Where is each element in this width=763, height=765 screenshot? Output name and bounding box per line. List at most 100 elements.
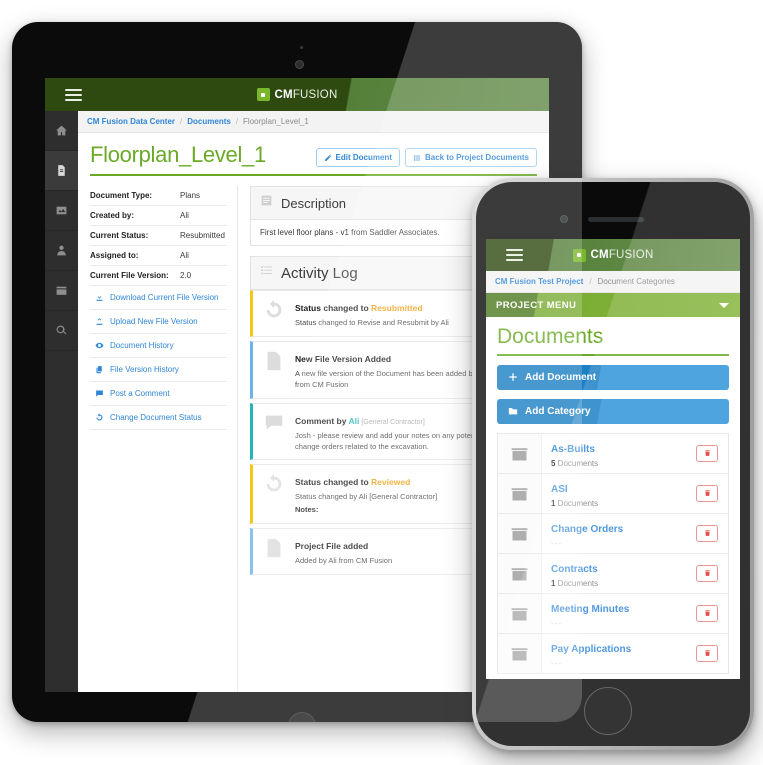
- brand-name-bold: CM: [274, 88, 293, 101]
- meta-key: Document Type:: [90, 191, 153, 200]
- meta-key: Created by:: [90, 211, 135, 220]
- upload-new-file-version-link[interactable]: Upload New File Version: [90, 310, 227, 334]
- file-version-history-link[interactable]: File Version History: [90, 358, 227, 382]
- action-label: Post a Comment: [110, 389, 170, 398]
- list-item[interactable]: Change Orders ---: [498, 513, 728, 554]
- category-name[interactable]: As-Builts: [551, 444, 595, 455]
- add-category-button[interactable]: Add Category: [497, 398, 729, 424]
- breadcrumb: CM Fusion Data Center / Documents / Floo…: [78, 111, 549, 133]
- hamburger-icon[interactable]: [496, 249, 532, 261]
- list-item[interactable]: Pay Applications ---: [498, 633, 728, 674]
- brand-name-bold: CM: [590, 249, 609, 261]
- meta-value: Ali: [180, 211, 189, 220]
- folder-icon: [498, 633, 542, 673]
- list-item[interactable]: ASI 1 Documents: [498, 473, 728, 514]
- meta-row-current-file-version: Current File Version: 2.0: [90, 266, 227, 286]
- breadcrumb-item-project[interactable]: CM Fusion Test Project: [495, 277, 583, 286]
- plus-icon: [509, 373, 517, 381]
- category-name[interactable]: Change Orders: [551, 524, 623, 535]
- delete-category-button[interactable]: [696, 604, 718, 622]
- category-name[interactable]: ASI: [551, 484, 568, 495]
- phone-speaker-icon: [588, 217, 644, 222]
- sidebar-item-documents[interactable]: [45, 151, 78, 191]
- logo-square-icon: [572, 248, 586, 262]
- meta-row-document-type: Document Type: Plans: [90, 186, 227, 206]
- action-label: Upload New File Version: [110, 317, 198, 326]
- tablet-sidebar: [45, 111, 78, 692]
- page-title: Floorplan_Level_1: [90, 142, 266, 167]
- change-document-status-link[interactable]: Change Document Status: [90, 406, 227, 430]
- activity-notes-label: Notes:: [295, 505, 319, 515]
- meta-row-created-by: Created by: Ali: [90, 206, 227, 226]
- sidebar-item-schedule[interactable]: [45, 271, 78, 311]
- delete-category-button[interactable]: [696, 524, 718, 542]
- category-name[interactable]: Contracts: [551, 564, 598, 575]
- document-history-link[interactable]: Document History: [90, 334, 227, 358]
- sidebar-filler: [45, 351, 78, 692]
- phone-title-underline: [497, 354, 729, 356]
- category-name[interactable]: Pay Applications: [551, 644, 631, 655]
- breadcrumb-item-documents[interactable]: Documents: [187, 117, 231, 126]
- folder-icon: [508, 408, 518, 415]
- tablet-home-button[interactable]: [288, 712, 316, 722]
- category-count-suffix: Documents: [555, 578, 599, 588]
- delete-category-button[interactable]: [696, 564, 718, 582]
- phone-screen: CMFUSION CM Fusion Test Project / Docume…: [486, 239, 740, 679]
- breadcrumb-item-datacenter[interactable]: CM Fusion Data Center: [87, 117, 175, 126]
- sidebar-item-contacts[interactable]: [45, 231, 78, 271]
- trash-icon: [704, 490, 710, 496]
- category-count-suffix: ---: [551, 618, 562, 628]
- phone-breadcrumb: CM Fusion Test Project / Document Catego…: [486, 271, 740, 293]
- meta-key: Current File Version:: [90, 271, 169, 280]
- document-category-list: As-Builts 5 Documents ASI 1 Documents Ch…: [497, 432, 729, 674]
- sidebar-item-search[interactable]: [45, 311, 78, 351]
- meta-value: Plans: [180, 191, 201, 200]
- trash-icon: [704, 450, 710, 456]
- activity-head-prefix: New File Version Added: [295, 353, 392, 364]
- meta-row-current-status: Current Status: Resubmitted: [90, 226, 227, 246]
- back-to-project-documents-button[interactable]: Back to Project Documents: [404, 148, 537, 167]
- phone-device: CMFUSION CM Fusion Test Project / Docume…: [472, 178, 754, 750]
- action-label: File Version History: [110, 365, 179, 374]
- device-mockup-scene: CMFUSION CM Fusion Data Center / Documen…: [0, 0, 763, 765]
- activity-body: A new file version of the Document has b…: [295, 368, 487, 389]
- meta-value: Ali: [180, 251, 189, 260]
- activity-head-prefix: Project File added: [295, 541, 369, 552]
- breadcrumb-current: Document Categories: [597, 277, 675, 286]
- list-item[interactable]: As-Builts 5 Documents: [498, 433, 728, 474]
- tablet-sensor-icon: [300, 46, 303, 49]
- tablet-camera-icon: [295, 60, 304, 69]
- action-label: Change Document Status: [110, 413, 202, 422]
- meta-row-assigned-to: Assigned to: Ali: [90, 246, 227, 266]
- folder-icon: [498, 513, 542, 553]
- meta-key: Assigned to:: [90, 251, 139, 260]
- description-icon: [260, 194, 273, 212]
- post-a-comment-link[interactable]: Post a Comment: [90, 382, 227, 406]
- list-item[interactable]: Contracts 1 Documents: [498, 553, 728, 594]
- trash-icon: [704, 650, 710, 656]
- add-document-label: Add Document: [525, 371, 597, 383]
- sidebar-item-home[interactable]: [45, 111, 78, 151]
- list-icon: [413, 154, 420, 161]
- sidebar-item-photos[interactable]: [45, 191, 78, 231]
- phone-home-button[interactable]: [584, 687, 632, 735]
- refresh-icon: [261, 298, 287, 329]
- tablet-app-header: CMFUSION: [45, 78, 549, 111]
- breadcrumb-separator-2: /: [235, 117, 239, 126]
- breadcrumb-separator: /: [589, 277, 592, 286]
- download-current-file-version-link[interactable]: Download Current File Version: [90, 286, 227, 310]
- meta-value: 2.0: [180, 271, 192, 280]
- project-menu-dropdown[interactable]: PROJECT MENU: [486, 293, 740, 317]
- activity-status-highlight: Resubmitted: [371, 303, 423, 313]
- hamburger-icon[interactable]: [55, 88, 91, 101]
- comment-bubble-icon: [261, 411, 287, 453]
- category-name[interactable]: Meeting Minutes: [551, 604, 629, 615]
- delete-category-button[interactable]: [696, 484, 718, 502]
- cmfusion-logo-icon: CMFUSION: [45, 88, 549, 101]
- delete-category-button[interactable]: [696, 444, 718, 462]
- add-document-button[interactable]: Add Document: [497, 364, 729, 390]
- list-item[interactable]: Meeting Minutes ---: [498, 593, 728, 634]
- edit-document-button[interactable]: Edit Document: [315, 148, 400, 167]
- delete-category-button[interactable]: [696, 644, 718, 662]
- activity-body: Added by Ali from CM Fusion: [295, 556, 393, 566]
